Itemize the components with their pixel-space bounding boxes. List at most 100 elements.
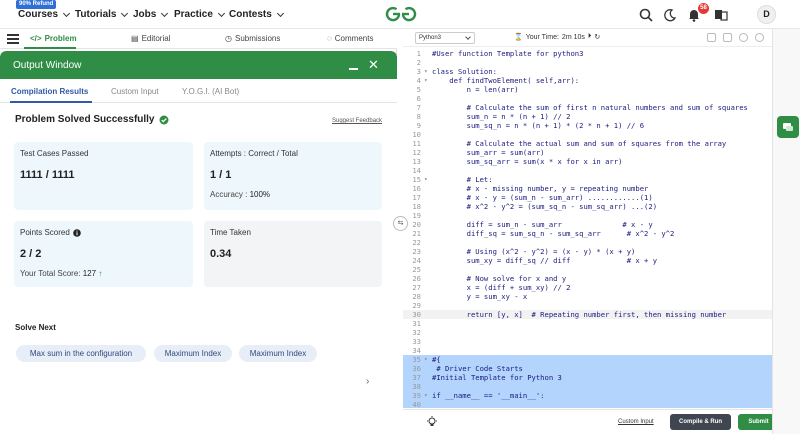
language-select[interactable]: Python3 <box>415 32 475 44</box>
fold-toggle-icon[interactable]: ▾ <box>424 355 428 364</box>
copy-icon[interactable] <box>723 33 732 42</box>
line-number: 12 <box>412 148 421 157</box>
code-line[interactable]: 1 #User function Template for python3 <box>403 49 772 58</box>
tab-submissions[interactable]: ◷ Submissions <box>225 34 280 43</box>
code-line[interactable]: 23 # Using (x^2 - y^2) = (x - y) * (x + … <box>403 247 772 256</box>
clock-icon: ◷ <box>225 34 232 43</box>
chevron-down-icon <box>217 9 225 17</box>
nav-courses[interactable]: Courses <box>18 9 71 20</box>
refresh-icon[interactable] <box>755 33 764 42</box>
chevron-right-icon[interactable]: › <box>366 376 369 387</box>
code-line[interactable]: 36 # Driver Code Starts <box>403 364 772 373</box>
line-number: 25 <box>412 265 421 274</box>
code-icon: </> <box>30 34 42 43</box>
code-line[interactable]: 16 # x - missing number, y = repeating n… <box>403 184 772 193</box>
tab-editorial[interactable]: ▤ Editorial <box>131 34 170 43</box>
code-line[interactable]: 34 <box>403 346 772 355</box>
dark-mode-icon[interactable] <box>662 7 678 23</box>
code-line[interactable]: 40 <box>403 400 772 408</box>
code-line[interactable]: 22 <box>403 238 772 247</box>
code-text: class Solution: <box>432 67 497 76</box>
code-line[interactable]: 17 # x - y = (sum_n - sum_arr) .........… <box>403 193 772 202</box>
tab-problem[interactable]: </> Problem <box>30 34 77 43</box>
code-line[interactable]: 20 diff = sum_n - sum_arr # x - y <box>403 220 772 229</box>
code-line[interactable]: 12 sum_arr = sum(arr) <box>403 148 772 157</box>
code-line[interactable]: 25 <box>403 265 772 274</box>
code-line[interactable]: 3 ▾ class Solution: <box>403 67 772 76</box>
code-line[interactable]: 11 # Calculate the actual sum and sum of… <box>403 139 772 148</box>
code-line[interactable]: 24 sum_xy = diff_sq // diff # x + y <box>403 256 772 265</box>
tab-yogi-bot[interactable]: Y.O.G.I. (AI Bot) <box>182 87 239 96</box>
chat-button[interactable] <box>777 116 799 138</box>
nav-contests[interactable]: Contests <box>229 9 284 20</box>
info-icon[interactable] <box>73 228 81 237</box>
custom-input-link[interactable]: Custom Input <box>618 419 654 425</box>
gfg-logo-icon[interactable] <box>384 5 418 23</box>
tab-custom-input[interactable]: Custom Input <box>111 87 159 96</box>
settings-icon[interactable] <box>739 33 748 42</box>
code-line[interactable]: 4 ▾ def findTwoElement( self,arr): <box>403 76 772 85</box>
code-line[interactable]: 38 <box>403 382 772 391</box>
line-number: 21 <box>412 229 421 238</box>
code-line[interactable]: 14 <box>403 166 772 175</box>
code-line[interactable]: 18 # x^2 - y^2 = (sum_sq_n - sum_sq_arr)… <box>403 202 772 211</box>
menu-icon[interactable] <box>7 34 19 44</box>
code-line[interactable]: 9 sum_sq_n = n * (n + 1) * (2 * n + 1) /… <box>403 121 772 130</box>
fold-toggle-icon[interactable]: ▾ <box>424 175 428 184</box>
nav-practice[interactable]: Practice <box>174 9 225 20</box>
code-line[interactable]: 13 sum_sq_arr = sum(x * x for x in arr) <box>403 157 772 166</box>
suggest-feedback-link[interactable]: Suggest Feedback <box>332 118 382 124</box>
code-line[interactable]: 21 diff_sq = sum_sq_n - sum_sq_arr # x^2… <box>403 229 772 238</box>
translate-icon[interactable] <box>713 7 729 23</box>
line-number: 32 <box>412 328 421 337</box>
search-icon[interactable] <box>638 7 654 23</box>
code-line[interactable]: 6 <box>403 94 772 103</box>
tab-comments[interactable]: ◌ Comments <box>327 34 373 43</box>
solve-next-chip[interactable]: Max sum in the configuration <box>16 345 146 362</box>
code-text: #{ <box>432 355 441 364</box>
nav-tutorials[interactable]: Tutorials <box>75 9 129 20</box>
play-icon[interactable]: ⏵ <box>588 33 592 41</box>
code-line[interactable]: 26 # Now solve for x and y <box>403 274 772 283</box>
code-line[interactable]: 10 <box>403 130 772 139</box>
minimize-icon[interactable] <box>349 68 358 70</box>
code-line[interactable]: 29 <box>403 301 772 310</box>
solve-next-chip[interactable]: Maximum Index <box>154 345 232 362</box>
expand-icon[interactable] <box>707 33 716 42</box>
code-line[interactable]: 5 n = len(arr) <box>403 85 772 94</box>
code-line[interactable]: 8 sum_n = n * (n + 1) // 2 <box>403 112 772 121</box>
line-number: 38 <box>412 382 421 391</box>
line-number: 5 <box>416 85 421 94</box>
code-line[interactable]: 2 <box>403 58 772 67</box>
code-line[interactable]: 33 <box>403 337 772 346</box>
fold-toggle-icon[interactable]: ▾ <box>424 391 428 400</box>
reset-timer-icon[interactable]: ↻ <box>594 33 600 41</box>
tab-compilation-results[interactable]: Compilation Results <box>11 87 88 96</box>
code-text: return [y, x] # Repeating number first, … <box>432 310 727 319</box>
close-icon[interactable]: ✕ <box>368 58 379 71</box>
compile-run-button[interactable]: Compile & Run <box>670 414 731 430</box>
code-line[interactable]: 31 <box>403 319 772 328</box>
solve-next-chip[interactable]: Maximum Index <box>239 345 317 362</box>
panel-resize-handle[interactable]: ⇆ <box>393 216 408 231</box>
active-tab-indicator <box>10 101 92 103</box>
code-line[interactable]: 19 <box>403 211 772 220</box>
code-line[interactable]: 28 y = sum_xy - x <box>403 292 772 301</box>
line-number: 29 <box>412 301 421 310</box>
code-line[interactable]: 32 <box>403 328 772 337</box>
code-line[interactable]: 15 ▾ # Let: <box>403 175 772 184</box>
fold-toggle-icon[interactable]: ▾ <box>424 67 428 76</box>
line-number: 18 <box>412 202 421 211</box>
code-line[interactable]: 27 x = (diff + sum_xy) // 2 <box>403 283 772 292</box>
code-line[interactable]: 39 ▾ if __name__ == '__main__': <box>403 391 772 400</box>
code-area[interactable]: 1 #User function Template for python3 2 3 ▾ c… <box>403 49 772 408</box>
lightbulb-icon[interactable] <box>426 416 438 428</box>
code-line[interactable]: 37 #Initial Template for Python 3 <box>403 373 772 382</box>
code-line[interactable]: 35 ▾ #{ <box>403 355 772 364</box>
code-line[interactable]: 7 # Calculate the sum of first n natural… <box>403 103 772 112</box>
fold-toggle-icon[interactable]: ▾ <box>424 76 428 85</box>
nav-jobs[interactable]: Jobs <box>133 9 169 20</box>
code-editor-panel: Python3 ⌛ Your Time: 2m 10s ⏵ ↻ 1 #User fun… <box>403 29 779 434</box>
avatar[interactable]: D <box>757 5 776 24</box>
code-line[interactable]: 30 return [y, x] # Repeating number firs… <box>403 310 772 319</box>
